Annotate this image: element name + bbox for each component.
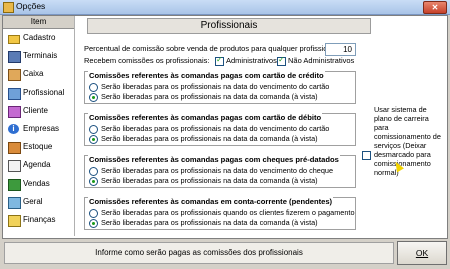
debit-card-group: Comissões referentes às comandas pagas c… [84, 113, 356, 146]
folder-icon [8, 35, 20, 44]
radio-button[interactable] [89, 134, 98, 144]
admin-checkbox-box[interactable] [215, 55, 224, 66]
sidebar-item-financas[interactable]: Finanças [3, 211, 74, 229]
option-label: Serão liberadas para os profissionais na… [101, 134, 318, 143]
sidebar-item-label: Caixa [23, 69, 44, 79]
group-title: Comissões referentes às comandas em cont… [88, 197, 334, 206]
general-icon [8, 196, 21, 209]
radio-button[interactable] [89, 208, 98, 218]
terminal-icon [8, 51, 21, 64]
option-label: Serão liberadas para os profissionais na… [101, 82, 330, 91]
sidebar-item-empresas[interactable]: i Empresas [3, 120, 74, 138]
commission-percent-input[interactable]: 10 [325, 43, 356, 56]
career-plan-checkbox[interactable] [362, 150, 373, 160]
cash-register-icon [8, 69, 21, 82]
sidebar-header: Item [3, 16, 74, 29]
commission-label: Percentual de comissão sobre venda de pr… [84, 44, 338, 53]
sidebar-item-label: Geral [23, 196, 43, 206]
sidebar-item-cadastro[interactable]: Cadastro [3, 29, 74, 47]
sidebar-item-caixa[interactable]: Caixa [3, 65, 74, 83]
radio-button[interactable] [89, 176, 98, 186]
page-title: Profissionais [87, 18, 371, 34]
group-title: Comissões referentes às comandas pagas c… [88, 113, 323, 122]
sidebar-item-estoque[interactable]: Estoque [3, 138, 74, 156]
radio-button[interactable] [89, 124, 98, 134]
finance-icon [8, 214, 21, 227]
debit-option-due-date[interactable]: Serão liberadas para os profissionais na… [89, 124, 329, 134]
check-group: Comissões referentes às comandas pagas c… [84, 155, 356, 188]
sidebar-item-label: Profissional [23, 87, 65, 97]
radio-button[interactable] [89, 92, 98, 102]
non-admin-checkbox[interactable]: Não Administrativos [277, 55, 355, 66]
group-title: Comissões referentes às comandas pagas c… [88, 71, 325, 80]
non-admin-checkbox-label: Não Administrativos [288, 56, 355, 65]
sidebar-item-label: Agenda [23, 160, 51, 170]
sidebar-item-label: Terminais [23, 51, 58, 61]
radio-button[interactable] [89, 218, 98, 228]
sidebar-item-cliente[interactable]: Cliente [3, 102, 74, 120]
client-icon [8, 105, 21, 118]
sidebar-item-label: Empresas [23, 123, 60, 133]
sidebar-item-label: Finanças [23, 214, 56, 224]
sidebar-item-geral[interactable]: Geral [3, 193, 74, 211]
sidebar-item-agenda[interactable]: Agenda [3, 156, 74, 174]
pending-option-payment[interactable]: Serão liberadas para os profissionais qu… [89, 208, 355, 218]
app-icon [3, 2, 14, 13]
stock-icon [8, 142, 21, 155]
admin-checkbox[interactable]: Administrativos [215, 55, 277, 66]
sidebar-item-vendas[interactable]: Vendas [3, 175, 74, 193]
option-label: Serão liberadas para os profissionais na… [101, 166, 334, 175]
career-plan-checkbox-box[interactable] [362, 150, 371, 160]
credit-card-group: Comissões referentes às comandas pagas c… [84, 71, 356, 104]
option-label: Serão liberadas para os profissionais na… [101, 124, 330, 133]
pending-option-cash[interactable]: Serão liberadas para os profissionais na… [89, 218, 318, 228]
status-bar: Informe como serão pagas as comissões do… [4, 242, 394, 264]
main-panel: Profissionais Percentual de comissão sob… [78, 16, 445, 236]
company-info-icon: i [8, 123, 19, 134]
group-title: Comissões referentes às comandas pagas c… [88, 155, 340, 164]
credit-option-due-date[interactable]: Serão liberadas para os profissionais na… [89, 82, 329, 92]
title-bar: Opções ✕ [0, 0, 450, 15]
close-button[interactable]: ✕ [423, 1, 447, 14]
check-option-due-date[interactable]: Serão liberadas para os profissionais na… [89, 166, 333, 176]
sidebar: Item Cadastro Terminais Caixa Profission… [3, 16, 75, 236]
radio-button[interactable] [89, 82, 98, 92]
credit-option-cash[interactable]: Serão liberadas para os profissionais na… [89, 92, 318, 102]
option-label: Serão liberadas para os profissionais qu… [101, 208, 355, 217]
sidebar-item-label: Vendas [23, 178, 50, 188]
agenda-icon [8, 160, 21, 173]
receive-label: Recebem comissões os profissionais: [84, 56, 210, 65]
debit-option-cash[interactable]: Serão liberadas para os profissionais na… [89, 134, 318, 144]
option-label: Serão liberadas para os profissionais na… [101, 218, 318, 227]
ok-button-label: OK [415, 248, 429, 258]
sidebar-item-label: Cadastro [23, 33, 56, 42]
option-label: Serão liberadas para os profissionais na… [101, 176, 318, 185]
pending-account-group: Comissões referentes às comandas em cont… [84, 197, 356, 230]
sidebar-item-label: Cliente [23, 105, 48, 115]
non-admin-checkbox-box[interactable] [277, 55, 286, 66]
ok-button[interactable]: OK [397, 241, 447, 265]
sales-icon [8, 178, 21, 191]
option-label: Serão liberadas para os profissionais na… [101, 92, 318, 101]
sidebar-item-label: Estoque [23, 142, 53, 152]
radio-button[interactable] [89, 166, 98, 176]
window-title: Opções [16, 1, 46, 11]
sidebar-item-terminais[interactable]: Terminais [3, 47, 74, 65]
check-option-cash[interactable]: Serão liberadas para os profissionais na… [89, 176, 318, 186]
professional-icon [8, 87, 21, 100]
career-plan-label: Usar sistema de plano de carreira para c… [374, 105, 441, 177]
sidebar-item-profissional[interactable]: Profissional [3, 83, 74, 102]
admin-checkbox-label: Administrativos [226, 56, 277, 65]
